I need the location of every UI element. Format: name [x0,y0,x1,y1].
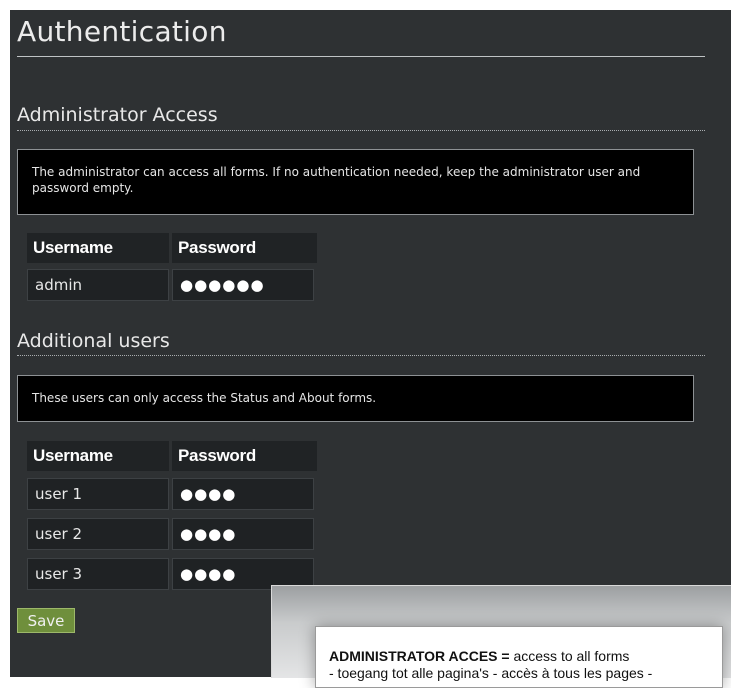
annotation-line-2: - toegang tot alle pagina's - accès à to… [329,665,653,681]
title-divider [17,56,705,57]
annotation-card: ADMINISTRATOR ACCES = access to all form… [315,626,723,688]
user2-password-field[interactable]: ●●●● [172,518,314,550]
users-username-header: Username [27,441,169,471]
users-info-box: These users can only access the Status a… [17,375,694,422]
users-password-header: Password [172,441,317,471]
user2-username-field[interactable]: user 2 [27,518,169,550]
admin-info-box: The administrator can access all forms. … [17,149,694,215]
user3-username-field[interactable]: user 3 [27,558,169,590]
users-section-title: Additional users [17,330,170,352]
save-button[interactable]: Save [17,608,75,633]
users-section-divider [17,355,705,356]
admin-section-title: Administrator Access [17,104,218,126]
annotation-line-1: ADMINISTRATOR ACCES = access to all form… [329,648,629,664]
user1-password-field[interactable]: ●●●● [172,478,314,510]
annotation-text: access to all forms [509,648,630,664]
admin-password-field[interactable]: ●●●●●● [172,269,314,301]
admin-username-header: Username [27,233,169,263]
user1-username-field[interactable]: user 1 [27,478,169,510]
annotation-overlay: ADMINISTRATOR ACCES = access to all form… [271,585,731,688]
admin-username-field[interactable]: admin [27,269,169,301]
annotation-bold-text: ADMINISTRATOR ACCES = [329,648,510,664]
page-title: Authentication [17,15,227,48]
admin-section-divider [17,130,705,131]
admin-password-header: Password [172,233,317,263]
